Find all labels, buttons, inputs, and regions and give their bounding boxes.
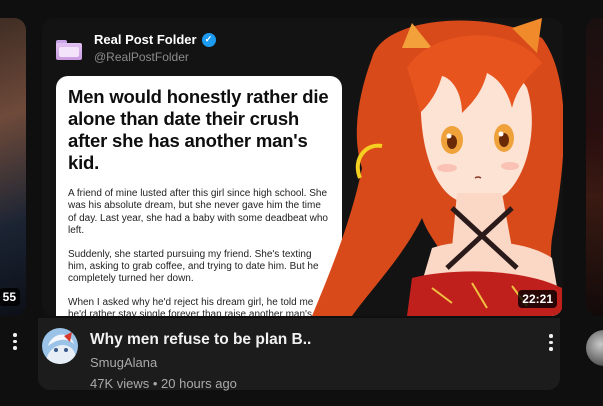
post-card: Men would honestly rather die alone than… [56, 76, 342, 316]
video-duration: 22:21 [518, 290, 557, 308]
video-thumbnail[interactable]: Real Post Folder ✓ @RealPostFolder Men w… [42, 18, 563, 316]
folder-icon [56, 40, 82, 60]
left-card-more-button[interactable] [10, 333, 20, 350]
right-channel-avatar[interactable] [586, 330, 603, 366]
video-stats: 47K views • 20 hours ago [90, 376, 237, 391]
left-video-thumbnail[interactable]: 55 [0, 18, 26, 316]
tweet-account-handle: @RealPostFolder [94, 50, 189, 64]
post-paragraph: When I asked why he'd reject his dream g… [68, 296, 328, 316]
video-more-button[interactable] [546, 334, 556, 351]
right-video-thumbnail[interactable] [586, 18, 603, 316]
channel-name[interactable]: SmugAlana [90, 355, 157, 370]
tweet-account-name: Real Post Folder [94, 32, 197, 47]
left-video-duration: 55 [0, 288, 20, 306]
post-headline: Men would honestly rather die alone than… [68, 86, 329, 173]
channel-avatar[interactable] [42, 328, 78, 364]
post-paragraph: Suddenly, she started pursuing my friend… [68, 248, 319, 285]
post-paragraph: A friend of mine lusted after this girl … [68, 188, 328, 237]
video-title[interactable]: Why men refuse to be plan B.. [90, 331, 311, 349]
post-body: A friend of mine lusted after this girl … [68, 188, 332, 316]
video-card[interactable]: Real Post Folder ✓ @RealPostFolder Men w… [38, 0, 566, 406]
tweet-header: Real Post Folder ✓ @RealPostFolder [56, 30, 216, 64]
channel-avatar-image [42, 328, 78, 364]
more-vertical-icon [10, 333, 20, 350]
more-vertical-icon [546, 334, 556, 351]
vtuber-character-illustration [312, 18, 563, 316]
verified-badge-icon: ✓ [201, 32, 216, 47]
video-details: Why men refuse to be plan B.. SmugAlana … [42, 328, 562, 398]
